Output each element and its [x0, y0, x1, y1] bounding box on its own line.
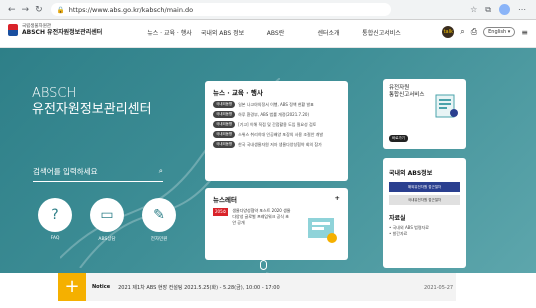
notice-more-button[interactable]: +	[58, 273, 86, 301]
notice-date: 2021-05-27	[424, 285, 454, 291]
resources-title: 자료실	[389, 215, 406, 222]
faq-icon: ?	[38, 198, 72, 232]
abs-info-title: 국내외 ABS정보	[389, 170, 433, 177]
news-title: 뉴스 · 교육 · 행사	[213, 89, 263, 97]
nav-item-report[interactable]: 통합신고서비스	[355, 28, 408, 37]
quick-link-label: FAQ	[50, 236, 60, 241]
hamburger-icon[interactable]: ≡	[521, 28, 528, 37]
newsletter-illustration-icon	[308, 218, 337, 243]
news-tag: 국내외동향	[213, 101, 236, 108]
resources-link-publications[interactable]: • 발간자료	[389, 231, 460, 237]
url-text: https://www.abs.go.kr/kabsch/main.do	[68, 5, 194, 14]
print-icon[interactable]: ⎙	[471, 27, 477, 37]
notice-text[interactable]: 2021 제1차 ABS 현장 컨설팅 2021.5.25(화) - 5.28(…	[118, 284, 280, 291]
news-item-text[interactable]: [기고] 이해 직접 및 간접활용 도입 필요성 검토	[238, 122, 316, 128]
address-bar[interactable]: 🔒 https://www.abs.go.kr/kabsch/main.do	[50, 3, 391, 16]
list-item[interactable]: 국내외동향 [기고] 이해 직접 및 간접활용 도입 필요성 검토	[213, 121, 340, 128]
newsletter-more-button[interactable]: +	[335, 194, 340, 204]
news-card: 뉴스 · 교육 · 행사 국내외동향 일본 나고야의정서 이행, ABS 정책 현…	[205, 81, 348, 181]
forward-icon[interactable]: →	[22, 5, 30, 15]
scroll-indicator[interactable]: scroll	[258, 260, 269, 273]
notice-content[interactable]: Notice 2021 제1차 ABS 현장 컨설팅 2021.5.25(화) …	[86, 273, 456, 301]
domestic-access-button[interactable]: 국내유전자원 접근절차	[389, 195, 460, 205]
back-icon[interactable]: ←	[8, 5, 16, 15]
hero-section: ABSCH 유전자원정보관리센터 검색어를 입력하세요 ⌕ ? FAQ ▭ AB…	[0, 48, 536, 273]
list-item[interactable]: 국내외동향 한국 국내생물자원 저자 생물다양성협약 회의 참가	[213, 141, 340, 148]
quick-link-label: ABS상담	[98, 237, 116, 242]
quick-link-faq[interactable]: ? FAQ	[38, 198, 72, 242]
main-nav: 뉴스 · 교육 · 행사 국내외 ABS 정보 ABS란 센터소개 통합신고서비…	[143, 28, 408, 37]
browser-actions: ☆ ⧉ ⋯	[470, 4, 536, 15]
kakao-talk-icon[interactable]: talk	[442, 26, 455, 38]
search-icon[interactable]: ⌕	[159, 166, 163, 177]
overseas-access-button[interactable]: 해외유전자원 접근절차	[389, 182, 460, 192]
language-label: English	[488, 29, 507, 35]
header-utilities: talk ⌕ ⎙ English ▾ ≡	[442, 26, 528, 38]
menu-dots-icon[interactable]: ⋯	[518, 5, 526, 14]
search-input[interactable]: 검색어를 입력하세요	[33, 166, 97, 177]
quick-links: ? FAQ ▭ ABS상담 ✎ 전자민원	[38, 198, 176, 242]
notice-label: Notice	[92, 284, 111, 290]
news-item-text[interactable]: 일본 나고야의정서 이행, ABS 정책 현황 발표	[238, 102, 314, 108]
quick-link-e-petition[interactable]: ✎ 전자민원	[142, 198, 176, 242]
news-item-text[interactable]: 하루 환경부, ABS 법률 개정(2021.7.20)	[238, 112, 309, 118]
site-header: 국립생물자원관 ABSCH 유전자원정보관리센터 뉴스 · 교육 · 행사 국내…	[0, 20, 536, 48]
newsletter-card: 뉴스레터 + 205호 생물다양성협약 포스트 2020 생물다양성 글로벌 프레…	[205, 188, 348, 260]
report-illustration-icon	[435, 94, 458, 118]
site-logo[interactable]: 국립생물자원관 ABSCH 유전자원정보관리센터	[8, 24, 102, 36]
hero-title-line2: 유전자원정보관리센터	[32, 102, 152, 117]
hero-title-line1: ABSCH	[32, 86, 77, 101]
newsletter-issue-badge: 205호	[213, 208, 229, 216]
browser-toolbar: ← → ↻ 🔒 https://www.abs.go.kr/kabsch/mai…	[0, 0, 536, 20]
notice-bar: + Notice 2021 제1차 ABS 현장 컨설팅 2021.5.25(화…	[0, 273, 536, 308]
language-select[interactable]: English ▾	[483, 27, 516, 37]
hero-title: ABSCH 유전자원정보관리센터	[32, 86, 152, 118]
hero-search[interactable]: 검색어를 입력하세요 ⌕	[33, 166, 163, 182]
browser-nav: ← → ↻	[0, 5, 43, 15]
newsletter-title: 뉴스레터	[213, 196, 237, 204]
logo-title: ABSCH 유전자원정보관리센터	[22, 29, 103, 36]
extensions-icon[interactable]: ⧉	[485, 5, 491, 15]
e-petition-icon: ✎	[142, 198, 176, 232]
quick-link-label: 전자민원	[150, 237, 168, 242]
logo-mark-icon	[8, 24, 18, 36]
lock-icon: 🔒	[56, 5, 65, 14]
list-item[interactable]: 국내외동향 스위스 취리히대 인공배양 포장의 사용 조절안 개발	[213, 131, 340, 138]
quick-link-consult[interactable]: ▭ ABS상담	[90, 198, 124, 242]
nav-item-news[interactable]: 뉴스 · 교육 · 행사	[143, 28, 196, 37]
nav-item-about-abs[interactable]: ABS란	[249, 28, 302, 37]
news-tag: 국내외동향	[213, 121, 236, 128]
report-service-card[interactable]: 유전자원 통합신고서비스 바로가기	[383, 79, 466, 149]
reload-icon[interactable]: ↻	[35, 5, 43, 15]
nav-item-center[interactable]: 센터소개	[302, 28, 355, 37]
mouse-icon	[259, 260, 267, 270]
report-title-line1: 유전자원	[389, 85, 410, 91]
search-icon[interactable]: ⌕	[460, 27, 464, 37]
news-item-text[interactable]: 스위스 취리히대 인공배양 포장의 사용 조절안 개발	[238, 132, 323, 138]
news-item-text[interactable]: 한국 국내생물자원 저자 생물다양성협약 회의 참가	[238, 142, 322, 148]
news-tag: 국내외동향	[213, 111, 236, 118]
avatar[interactable]	[499, 4, 510, 15]
news-tag: 국내외동향	[213, 131, 236, 138]
list-item[interactable]: 국내외동향 일본 나고야의정서 이행, ABS 정책 현황 발표	[213, 101, 340, 108]
star-icon[interactable]: ☆	[470, 5, 477, 14]
newsletter-item-text[interactable]: 생물다양성협약 포스트 2020 생물다양성 글로벌 프레임워크 공식 초안 공…	[232, 208, 292, 226]
report-go-button[interactable]: 바로가기	[389, 135, 408, 142]
resources-section: 자료실 • 국내외 ABS 법령자료 • 발간자료	[389, 213, 460, 237]
consult-icon: ▭	[90, 198, 124, 232]
news-tag: 국내외동향	[213, 141, 236, 148]
list-item[interactable]: 국내외동향 하루 환경부, ABS 법률 개정(2021.7.20)	[213, 111, 340, 118]
nav-item-abs-info[interactable]: 국내외 ABS 정보	[196, 28, 249, 37]
abs-info-card: 국내외 ABS정보 해외유전자원 접근절차 국내유전자원 접근절차 자료실 • …	[383, 158, 466, 268]
